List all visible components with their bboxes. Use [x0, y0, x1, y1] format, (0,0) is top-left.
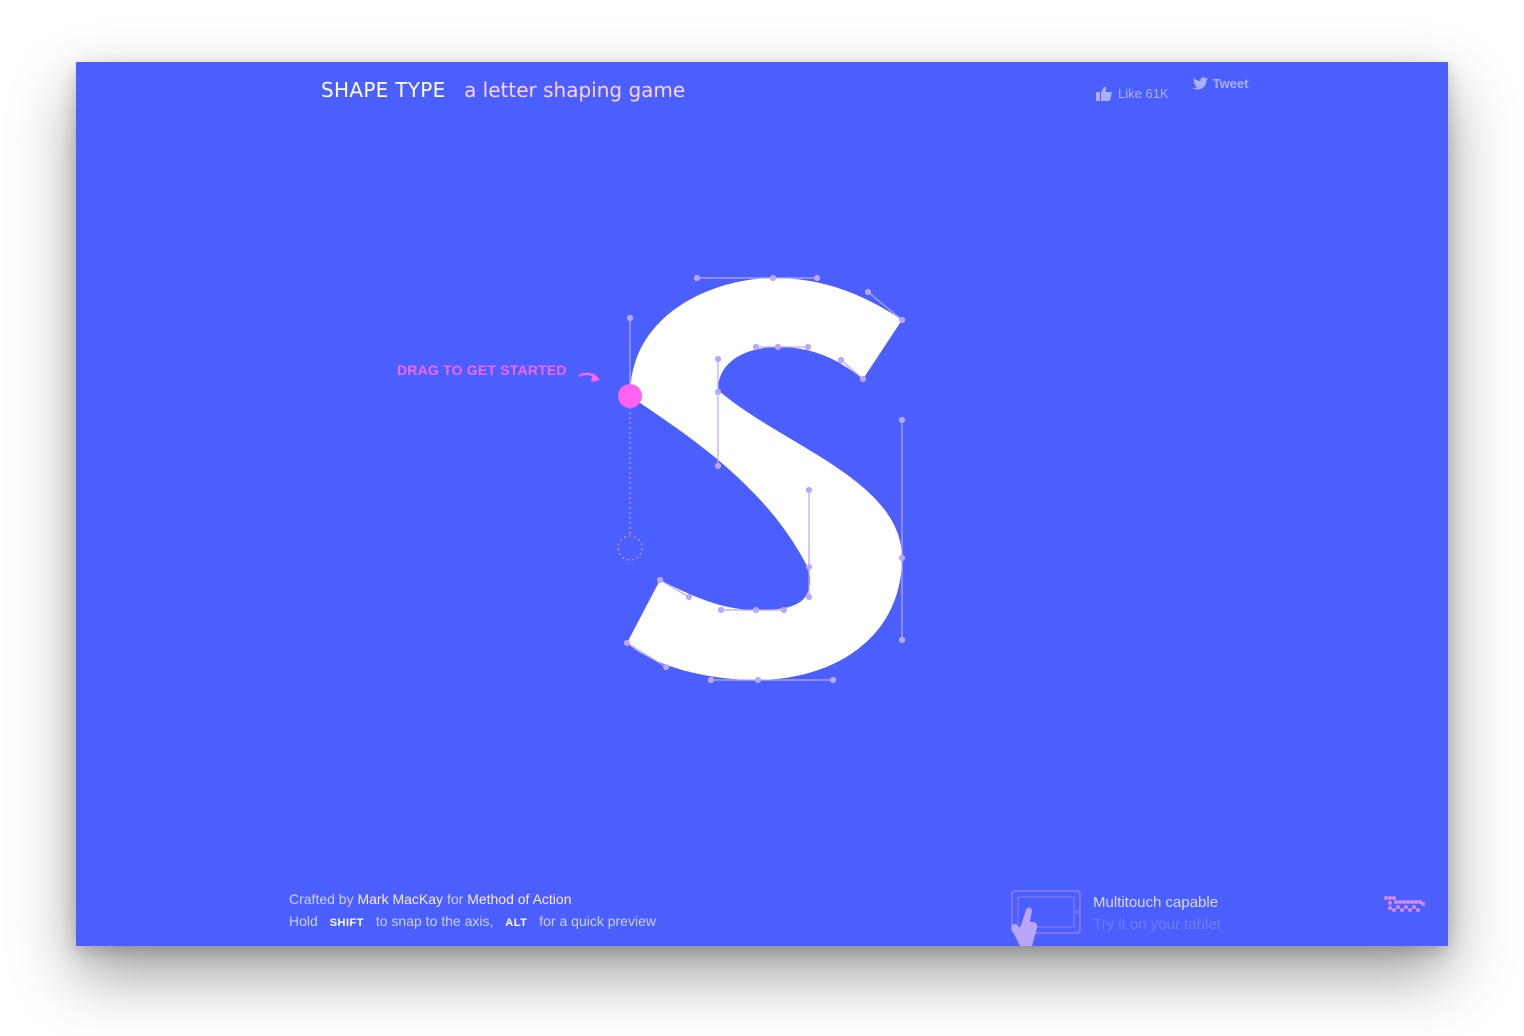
multitouch-promo: Multitouch capable Try it on your tablet — [1008, 890, 1221, 946]
multitouch-subtitle: Try it on your tablet — [1093, 916, 1221, 933]
drag-handle[interactable] — [618, 384, 642, 408]
alt-desc: for a quick preview — [539, 913, 656, 929]
crafted-prefix: Crafted by — [289, 891, 354, 907]
shortcut-line: Hold SHIFT to snap to the axis, ALT for … — [289, 910, 656, 934]
credits-line: Crafted by Mark MacKay for Method of Act… — [289, 888, 656, 910]
hold-text: Hold — [289, 913, 318, 929]
alt-key: ALT — [505, 917, 528, 929]
company-link[interactable]: Method of Action — [467, 891, 571, 907]
drag-target-circle — [617, 535, 643, 561]
shift-desc: to snap to the axis, — [375, 913, 494, 929]
letter-shape[interactable] — [627, 278, 902, 680]
multitouch-title: Multitouch capable — [1093, 894, 1219, 911]
multitouch-text: Multitouch capable Try it on your tablet — [1093, 892, 1221, 936]
drag-hint: DRAG TO GET STARTED — [397, 362, 567, 378]
crafted-for: for — [446, 891, 464, 907]
credits: Crafted by Mark MacKay for Method of Act… — [289, 888, 656, 934]
game-window: SHAPE TYPE a letter shaping game Like 61… — [76, 62, 1448, 946]
letter-canvas[interactable] — [76, 62, 1448, 946]
tttt-logo-icon[interactable] — [1382, 892, 1426, 916]
tablet-hand-icon — [1011, 890, 1081, 946]
author-link[interactable]: Mark MacKay — [357, 891, 443, 907]
shift-key: SHIFT — [329, 917, 364, 929]
